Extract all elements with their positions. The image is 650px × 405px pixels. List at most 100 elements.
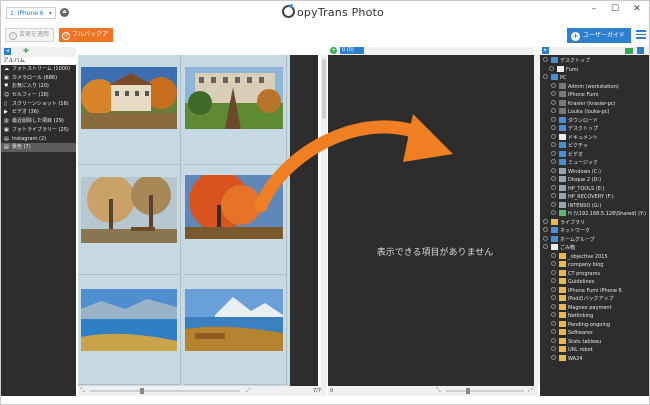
album-item[interactable]: ▣ フォトライブラリー (25)	[1, 126, 76, 135]
tree-node[interactable]: Guidelines	[551, 278, 594, 286]
tree-node[interactable]: URL robot	[551, 346, 593, 354]
tree-node[interactable]: ネットワーク	[543, 227, 590, 235]
album-item[interactable]: ▤ Instagram (2)	[1, 135, 76, 144]
expand-toggle-icon[interactable]	[551, 312, 556, 317]
pc-album-tag[interactable]: 0 (0)	[340, 47, 364, 54]
tree-node[interactable]: Admin (workstation)	[551, 82, 619, 91]
album-item[interactable]: ▯ スクリーンショット (16)	[1, 100, 76, 109]
expand-toggle-icon[interactable]	[551, 133, 556, 139]
expand-toggle-icon[interactable]	[543, 57, 548, 62]
tree-node[interactable]: Softwares	[551, 329, 593, 337]
tree-node[interactable]: HP_RECOVERY (F:)	[551, 193, 614, 201]
expand-toggle-icon[interactable]	[551, 108, 556, 113]
shrink-icon[interactable]: ⤡	[80, 387, 85, 395]
tree-node[interactable]: iPhone Fumi iPhone 6	[551, 286, 622, 295]
expand-toggle-icon[interactable]	[551, 91, 556, 96]
expand-toggle-icon[interactable]	[551, 337, 556, 343]
expand-toggle-icon[interactable]	[551, 286, 556, 292]
tree-node[interactable]: Magnex payment	[551, 303, 612, 312]
close-button[interactable]: ✕	[628, 2, 646, 16]
tree-node[interactable]: ライブラリ	[543, 218, 585, 227]
album-item[interactable]: ♥ お気に入り (20)	[1, 82, 76, 91]
eject-icon[interactable]: ⏏	[60, 8, 69, 17]
expand-toggle-icon[interactable]	[551, 176, 556, 181]
pc-zoom-slider[interactable]	[446, 388, 524, 394]
photo-cell[interactable]	[78, 55, 181, 165]
add-album-icon[interactable]: ✚	[23, 48, 30, 55]
expand-toggle-icon[interactable]	[551, 167, 556, 173]
tree-node[interactable]: CT programs	[551, 269, 600, 278]
tree-node[interactable]: H (\\192.168.5.128\Shared) (Y:)	[551, 210, 646, 218]
tree-node[interactable]: Louka (louka-pc)	[551, 108, 610, 116]
expand-toggle-icon[interactable]	[551, 320, 556, 326]
expand-toggle-icon[interactable]	[551, 278, 556, 283]
tree-node[interactable]: ホームグループ	[543, 235, 595, 244]
tree-node[interactable]: iPodのバックアップ	[551, 295, 613, 303]
tree-node[interactable]: Windows (C:)	[551, 167, 601, 176]
tree-node[interactable]: ドキュメント	[551, 133, 598, 142]
user-guide-button[interactable]: + ユーザーガイド	[567, 28, 631, 43]
tree-node[interactable]: HP_TOOLS (E:)	[551, 184, 605, 193]
tree-node[interactable]: Stats tableau	[551, 337, 601, 346]
expand-icon[interactable]: ⤢	[246, 387, 251, 395]
full-backup-button[interactable]: ↺フルバックアップ	[59, 28, 113, 52]
expand-toggle-icon[interactable]	[551, 150, 556, 156]
album-item[interactable]: ☺ セルフィー (16)	[1, 91, 76, 100]
expand-toggle-icon[interactable]	[549, 65, 554, 71]
apply-changes-button[interactable]: ✓ 変更を適用	[5, 28, 54, 42]
minimize-button[interactable]: –	[585, 2, 603, 16]
panel-toggle-icon[interactable]	[637, 47, 644, 54]
pc-zoom-slider-knob[interactable]	[466, 388, 470, 394]
photo-cell[interactable]	[78, 165, 181, 275]
tree-node[interactable]: ダウンロード	[551, 116, 598, 125]
hamburger-menu-icon[interactable]	[636, 30, 646, 40]
tree-node[interactable]: company blog	[551, 261, 603, 269]
tree-node[interactable]: iPhone Fumi	[551, 91, 599, 99]
expand-icon[interactable]: ⤢	[528, 387, 533, 395]
shrink-icon[interactable]: ⤡	[436, 387, 441, 395]
photo-cell[interactable]	[184, 275, 287, 385]
expand-toggle-icon[interactable]	[551, 295, 556, 300]
expand-toggle-icon[interactable]	[551, 116, 556, 122]
expand-toggle-icon[interactable]	[543, 244, 548, 249]
tree-node[interactable]: デスクトップ	[543, 57, 590, 65]
expand-toggle-icon[interactable]	[551, 354, 556, 360]
expand-toggle-icon[interactable]	[551, 99, 556, 105]
expand-toggle-icon[interactable]	[551, 159, 556, 164]
tree-node[interactable]: Pending-ongoing	[551, 320, 610, 329]
device-select[interactable]: 1: iPhone 6 ▾	[6, 7, 56, 19]
expand-toggle-icon[interactable]	[551, 184, 556, 190]
expand-toggle-icon[interactable]	[551, 269, 556, 275]
album-item[interactable]: ▣ カメラロール (686)	[1, 74, 76, 83]
expand-toggle-icon[interactable]	[551, 329, 556, 334]
expand-toggle-icon[interactable]	[543, 227, 548, 232]
tree-node[interactable]: Krasier (krasier-pc)	[551, 99, 616, 108]
maximize-button[interactable]: ☐	[606, 2, 624, 16]
tree-node[interactable]: PC	[543, 74, 567, 82]
zoom-slider[interactable]	[90, 388, 240, 394]
expand-toggle-icon[interactable]	[551, 252, 556, 258]
tree-node[interactable]: Netlinking	[551, 312, 593, 320]
expand-toggle-icon[interactable]	[551, 346, 556, 351]
expand-toggle-icon[interactable]	[551, 201, 556, 207]
tree-node[interactable]: INTENSO (G:)	[551, 201, 601, 210]
album-item[interactable]: ▤ 景色 (7)	[1, 143, 76, 152]
zoom-slider-knob[interactable]	[140, 388, 144, 394]
tree-node[interactable]: Disque 2 (D:)	[551, 176, 601, 184]
tree-node[interactable]: Fumi	[549, 65, 578, 74]
album-item[interactable]: ▥ 最近削除した項目 (29)	[1, 117, 76, 126]
tree-node[interactable]: デスクトップ	[551, 125, 598, 133]
expand-toggle-icon[interactable]	[551, 82, 556, 88]
expand-toggle-icon[interactable]	[543, 235, 548, 241]
add-icon[interactable]: +	[330, 47, 337, 54]
tree-node[interactable]: ミュージック	[551, 159, 598, 167]
expand-toggle-icon[interactable]	[551, 125, 556, 130]
tree-node[interactable]: ごみ箱	[543, 244, 575, 252]
tree-node[interactable]: _objective 2015	[551, 252, 608, 261]
expand-toggle-icon[interactable]	[543, 218, 548, 224]
collapse-icon[interactable]: ◂	[4, 48, 11, 55]
expand-toggle-icon[interactable]	[551, 303, 556, 309]
tree-node[interactable]: ビデオ	[551, 150, 583, 159]
expand-toggle-icon[interactable]	[551, 142, 556, 147]
tree-node[interactable]: ピクチャ	[551, 142, 588, 150]
